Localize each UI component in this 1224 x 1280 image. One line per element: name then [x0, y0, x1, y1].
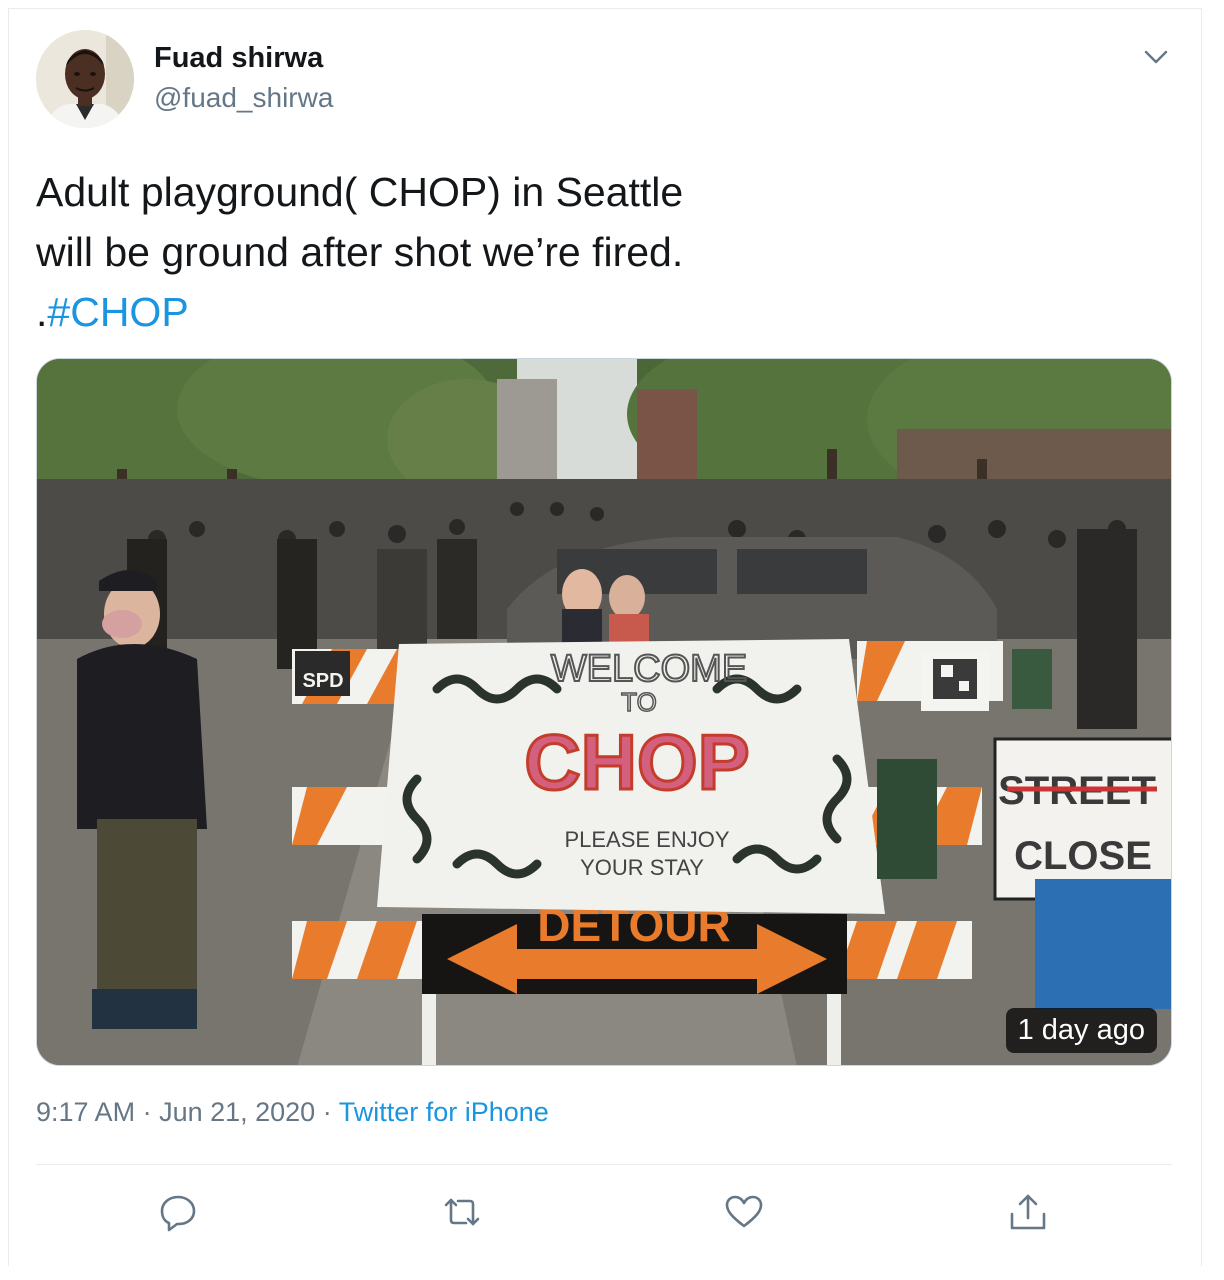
retweet-button[interactable]: [440, 1190, 484, 1234]
meta-separator: ·: [315, 1097, 339, 1127]
banner-to-text: TO: [621, 687, 657, 717]
tweet-time[interactable]: 9:17 AM: [36, 1097, 135, 1127]
hashtag-link[interactable]: #CHOP: [47, 289, 188, 335]
share-button[interactable]: [1006, 1190, 1050, 1234]
tweet-text-prefix: .: [36, 289, 48, 335]
banner-stay-text: YOUR STAY: [580, 855, 704, 880]
chevron-down-icon[interactable]: [1140, 42, 1172, 74]
tweet-source-link[interactable]: Twitter for iPhone: [339, 1097, 549, 1127]
media-age-badge: 1 day ago: [1005, 1008, 1157, 1053]
like-button[interactable]: [722, 1190, 766, 1234]
banner-chop-text: CHOP: [524, 718, 749, 806]
tweet-text-line: .#CHOP: [36, 282, 936, 342]
tweet-meta: 9:17 AM · Jun 21, 2020 · Twitter for iPh…: [36, 1097, 549, 1128]
tweet-text: Adult playground( CHOP) in Seattle will …: [36, 162, 936, 342]
divider: [36, 1164, 1172, 1165]
reply-icon: [160, 1195, 196, 1232]
closed-sign-text: CLOSE: [1014, 834, 1152, 878]
avatar[interactable]: [36, 30, 134, 128]
author-handle[interactable]: @fuad_shirwa: [154, 82, 333, 114]
tweet-date[interactable]: Jun 21, 2020: [159, 1097, 315, 1127]
share-icon: [1010, 1194, 1046, 1230]
tweet-text-line: Adult playground( CHOP) in Seattle: [36, 169, 684, 215]
tweet-text-line: will be ground after shot we’re fired.: [36, 229, 684, 275]
reply-button[interactable]: [156, 1190, 200, 1234]
banner-please-text: PLEASE ENJOY: [564, 827, 729, 852]
spd-sign-text: SPD: [302, 670, 343, 692]
banner-welcome-text: WELCOME: [551, 648, 747, 690]
retweet-icon: [444, 1198, 480, 1226]
meta-separator: ·: [135, 1097, 160, 1127]
tweet-photo[interactable]: DETOUR SPD WELCOME TO CHOP PLEASE ENJOY …: [36, 358, 1172, 1066]
author-name[interactable]: Fuad shirwa: [154, 42, 323, 75]
like-icon: [725, 1195, 763, 1228]
